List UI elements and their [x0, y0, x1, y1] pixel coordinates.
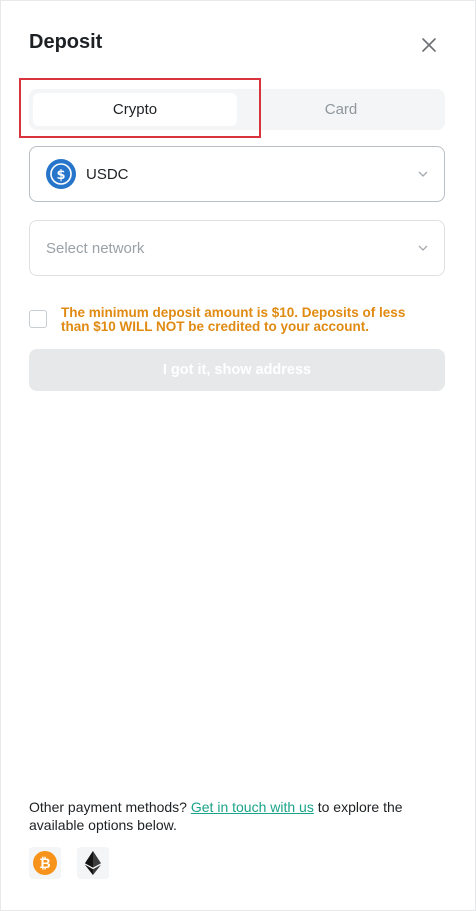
usdc-coin-icon: $	[46, 159, 76, 189]
svg-text:₿: ₿	[39, 856, 50, 872]
chevron-down-icon	[418, 245, 428, 251]
ethereum-icon	[85, 851, 101, 875]
bitcoin-option[interactable]: ₿	[29, 847, 61, 879]
chevron-down-icon	[418, 171, 428, 177]
bitcoin-icon: ₿	[33, 851, 57, 875]
close-icon[interactable]	[417, 33, 441, 57]
asset-select-value: USDC	[86, 166, 129, 183]
get-in-touch-link[interactable]: Get in touch with us	[191, 799, 314, 815]
show-address-button[interactable]: I got it, show address	[29, 349, 445, 391]
minimum-deposit-notice: The minimum deposit amount is $10. Depos…	[61, 305, 406, 334]
ethereum-option[interactable]	[77, 847, 109, 879]
deposit-method-tabs: Crypto Card	[29, 89, 445, 130]
svg-text:$: $	[56, 168, 65, 183]
asset-select[interactable]: $ USDC	[29, 146, 445, 202]
network-select[interactable]: Select network	[29, 220, 445, 276]
network-select-placeholder: Select network	[46, 240, 145, 257]
page-title: Deposit	[29, 31, 103, 53]
footer-prefix: Other payment methods?	[29, 799, 191, 815]
acknowledge-checkbox[interactable]	[29, 310, 47, 328]
tab-crypto[interactable]: Crypto	[33, 93, 237, 126]
deposit-panel: Deposit Crypto Card $ USDC Select networ…	[0, 0, 476, 911]
other-payment-methods-text: Other payment methods? Get in touch with…	[29, 798, 449, 834]
tab-card[interactable]: Card	[241, 93, 441, 126]
